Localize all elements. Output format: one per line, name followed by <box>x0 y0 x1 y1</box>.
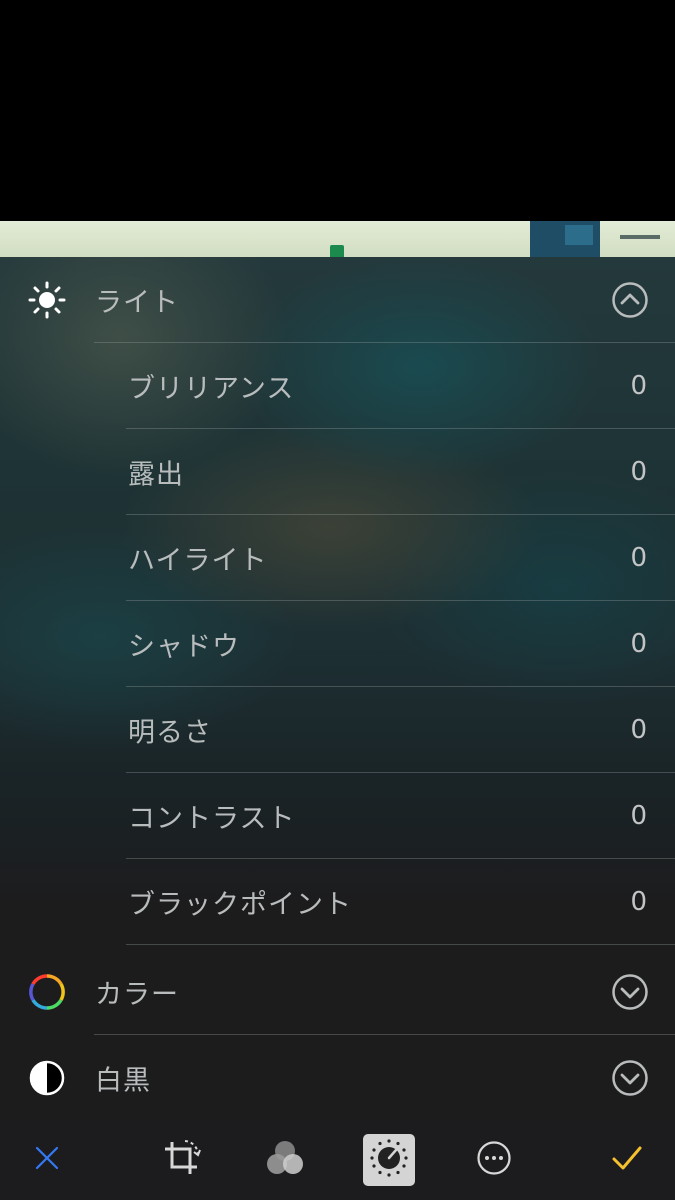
adjust-label: 明るさ <box>128 717 212 749</box>
adjust-row-exposure[interactable]: 露出 0 <box>0 429 675 515</box>
checkmark-icon <box>611 1144 643 1176</box>
adjust-label: コントラスト <box>128 803 296 835</box>
photo-editor-screen: ライト ブリリアンス 0 露出 0 ハイライト 0 シャドウ 0 明るさ 0 コ… <box>0 0 675 1200</box>
section-color-label: カラー <box>95 979 179 1011</box>
adjust-row-shadows[interactable]: シャドウ 0 <box>0 601 675 687</box>
bottom-toolbar <box>0 1120 675 1200</box>
close-icon <box>34 1145 60 1175</box>
color-wheel-icon <box>28 973 66 1011</box>
done-button[interactable] <box>611 1144 643 1176</box>
section-light-label: ライト <box>95 287 179 319</box>
crop-button[interactable] <box>161 1138 201 1182</box>
adjust-label: シャドウ <box>128 631 240 663</box>
adjust-value: 0 <box>630 887 647 917</box>
adjust-button[interactable] <box>363 1134 415 1186</box>
adjust-value: 0 <box>630 457 647 487</box>
chevron-up-icon[interactable] <box>611 281 649 319</box>
adjust-label: ブラックポイント <box>128 889 352 921</box>
adjust-row-contrast[interactable]: コントラスト 0 <box>0 773 675 859</box>
section-bw-label: 白黒 <box>95 1065 151 1097</box>
filters-button[interactable] <box>264 1138 306 1182</box>
adjust-row-brilliance[interactable]: ブリリアンス 0 <box>0 343 675 429</box>
adjust-value: 0 <box>630 371 647 401</box>
section-color[interactable]: カラー <box>0 949 675 1035</box>
adjust-dial-icon <box>369 1138 409 1182</box>
section-light[interactable]: ライト <box>0 257 675 343</box>
adjust-label: ブリリアンス <box>128 373 295 405</box>
chevron-down-icon[interactable] <box>611 1059 649 1097</box>
more-icon <box>476 1140 512 1180</box>
sun-icon <box>28 281 66 319</box>
photo-detail <box>565 225 593 245</box>
adjust-label: ハイライト <box>128 545 268 577</box>
adjust-row-highlights[interactable]: ハイライト 0 <box>0 515 675 601</box>
adjust-value: 0 <box>630 715 647 745</box>
section-bw[interactable]: 白黒 <box>0 1035 675 1121</box>
half-circle-icon <box>28 1059 66 1097</box>
crop-rotate-icon <box>161 1138 201 1182</box>
cancel-button[interactable] <box>34 1145 60 1175</box>
adjust-value: 0 <box>630 801 647 831</box>
photo-detail <box>620 235 660 239</box>
adjust-value: 0 <box>630 543 647 573</box>
adjust-value: 0 <box>630 629 647 659</box>
adjust-row-brightness[interactable]: 明るさ 0 <box>0 687 675 773</box>
chevron-down-icon[interactable] <box>611 973 649 1011</box>
adjustments-panel: ライト ブリリアンス 0 露出 0 ハイライト 0 シャドウ 0 明るさ 0 コ… <box>0 257 675 1120</box>
filters-icon <box>264 1138 306 1182</box>
adjust-label: 露出 <box>128 459 184 491</box>
photo-preview <box>0 221 675 261</box>
adjust-row-black-point[interactable]: ブラックポイント 0 <box>0 859 675 945</box>
divider <box>126 944 675 945</box>
more-button[interactable] <box>476 1140 512 1180</box>
